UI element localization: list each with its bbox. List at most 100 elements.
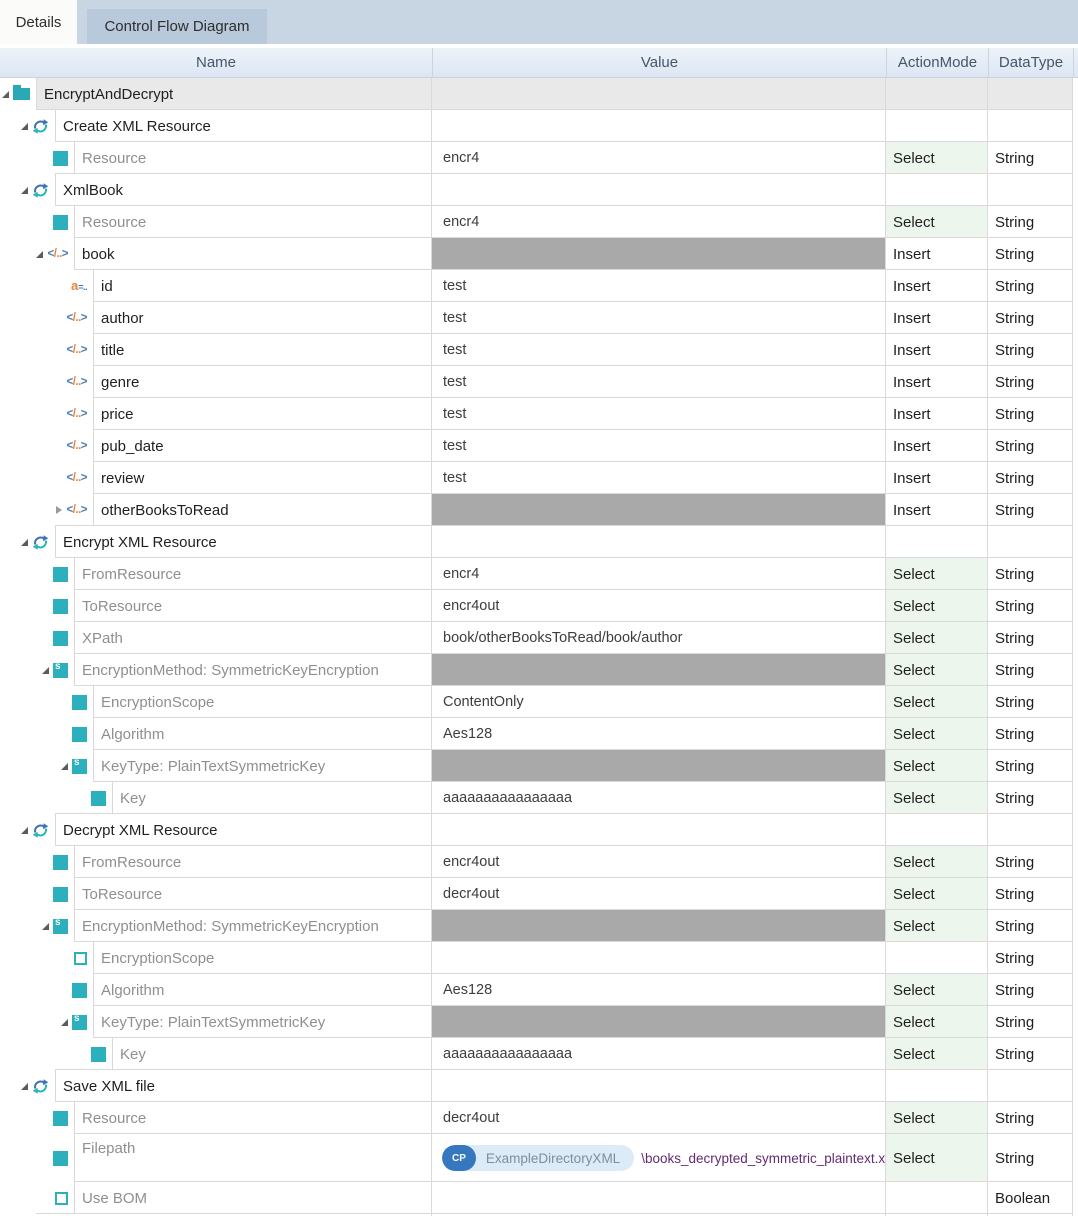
value-cell[interactable]: test xyxy=(432,430,886,462)
table-row[interactable]: EncryptionScope String xyxy=(0,942,1078,974)
value-cell[interactable]: test xyxy=(432,270,886,302)
table-row[interactable]: EncryptAndDecrypt xyxy=(0,78,1078,110)
actionmode-cell[interactable]: Insert xyxy=(886,398,988,430)
table-row[interactable]: </..> review test Insert String xyxy=(0,462,1078,494)
table-row[interactable]: KeyType: PlainTextSymmetricKey Select Stri… xyxy=(0,1006,1078,1038)
value-cell[interactable] xyxy=(432,814,886,846)
value-cell[interactable]: decr4out xyxy=(432,878,886,910)
expander-open-icon[interactable] xyxy=(61,762,68,770)
checkbox-icon[interactable] xyxy=(55,1191,68,1205)
value-cell[interactable]: encr4 xyxy=(432,206,886,238)
actionmode-cell[interactable]: Select xyxy=(886,718,988,750)
table-row[interactable]: </..> otherBooksToRead Insert String xyxy=(0,494,1078,526)
value-cell[interactable]: test xyxy=(432,334,886,366)
table-row[interactable]: FromResource encr4 Select String xyxy=(0,558,1078,590)
column-header-name[interactable]: Name xyxy=(0,48,432,77)
expander-open-icon[interactable] xyxy=(2,90,9,98)
table-row[interactable]: Key aaaaaaaaaaaaaaaa Select String xyxy=(0,782,1078,814)
value-cell[interactable]: test xyxy=(432,462,886,494)
table-row[interactable]: Save XML file xyxy=(0,1070,1078,1102)
actionmode-cell[interactable]: Select xyxy=(886,1038,988,1070)
value-cell[interactable]: Aes128 xyxy=(432,974,886,1006)
actionmode-cell[interactable]: Insert xyxy=(886,462,988,494)
actionmode-cell[interactable]: Insert xyxy=(886,334,988,366)
expander-closed-icon[interactable] xyxy=(56,506,63,514)
table-row[interactable]: </..> price test Insert String xyxy=(0,398,1078,430)
column-header-value[interactable]: Value xyxy=(432,48,886,77)
column-header-actionmode[interactable]: ActionMode xyxy=(886,48,988,77)
table-row[interactable]: </..> author test Insert String xyxy=(0,302,1078,334)
tab-control-flow-diagram[interactable]: Control Flow Diagram xyxy=(87,8,267,44)
actionmode-cell[interactable]: Select xyxy=(886,590,988,622)
tab-details[interactable]: Details xyxy=(0,0,77,44)
value-cell[interactable] xyxy=(432,526,886,558)
actionmode-cell[interactable]: Insert xyxy=(886,270,988,302)
value-cell[interactable]: encr4 xyxy=(432,558,886,590)
value-cell[interactable]: test xyxy=(432,398,886,430)
value-cell[interactable]: aaaaaaaaaaaaaaaa xyxy=(432,782,886,814)
actionmode-cell[interactable]: Select xyxy=(886,558,988,590)
value-cell[interactable] xyxy=(432,750,886,782)
value-cell[interactable] xyxy=(432,654,886,686)
actionmode-cell[interactable]: Select xyxy=(886,686,988,718)
table-row[interactable]: Filepath CP ExampleDirectoryXML \books_decr… xyxy=(0,1134,1078,1182)
table-row[interactable]: KeyType: PlainTextSymmetricKey Select Stri… xyxy=(0,750,1078,782)
table-row[interactable]: Resource encr4 Select String xyxy=(0,142,1078,174)
value-cell[interactable] xyxy=(432,174,886,206)
value-cell[interactable] xyxy=(432,78,886,110)
expander-open-icon[interactable] xyxy=(21,1082,28,1090)
actionmode-cell[interactable]: Insert xyxy=(886,302,988,334)
expander-open-icon[interactable] xyxy=(21,186,28,194)
table-row[interactable]: EncryptionScope ContentOnly Select String xyxy=(0,686,1078,718)
value-cell[interactable] xyxy=(432,1182,886,1214)
value-cell[interactable]: decr4out xyxy=(432,1102,886,1134)
table-row[interactable]: Key aaaaaaaaaaaaaaaa Select String xyxy=(0,1038,1078,1070)
column-header-datatype[interactable]: DataType xyxy=(988,48,1073,77)
table-row[interactable]: Algorithm Aes128 Select String xyxy=(0,974,1078,1006)
value-cell[interactable] xyxy=(432,110,886,142)
table-row[interactable]: XPath book/otherBooksToRead/book/author Se… xyxy=(0,622,1078,654)
value-cell[interactable]: ContentOnly xyxy=(432,686,886,718)
value-cell[interactable]: test xyxy=(432,366,886,398)
value-cell[interactable] xyxy=(432,238,886,270)
table-row[interactable]: Decrypt XML Resource xyxy=(0,814,1078,846)
value-cell[interactable]: encr4out xyxy=(432,590,886,622)
table-row[interactable]: a=.. id test Insert String xyxy=(0,270,1078,302)
table-row[interactable]: Algorithm Aes128 Select String xyxy=(0,718,1078,750)
table-row[interactable]: Create XML Resource xyxy=(0,110,1078,142)
checkbox-icon[interactable] xyxy=(74,951,87,965)
actionmode-cell[interactable]: Select xyxy=(886,142,988,174)
table-row[interactable]: Resource encr4 Select String xyxy=(0,206,1078,238)
value-cell[interactable] xyxy=(432,942,886,974)
actionmode-cell[interactable]: Insert xyxy=(886,366,988,398)
table-row[interactable]: ToResource decr4out Select String xyxy=(0,878,1078,910)
expander-open-icon[interactable] xyxy=(42,922,49,930)
actionmode-cell[interactable]: Insert xyxy=(886,430,988,462)
table-row[interactable]: Encrypt XML Resource xyxy=(0,526,1078,558)
table-row[interactable]: Use BOM Boolean xyxy=(0,1182,1078,1214)
table-row[interactable]: XmlBook xyxy=(0,174,1078,206)
actionmode-cell[interactable]: Select xyxy=(886,1134,988,1182)
actionmode-cell[interactable]: Select xyxy=(886,206,988,238)
table-row[interactable]: ToResource encr4out Select String xyxy=(0,590,1078,622)
table-row[interactable]: EncryptionMethod: SymmetricKeyEncryption… xyxy=(0,654,1078,686)
value-cell[interactable] xyxy=(432,910,886,942)
expander-open-icon[interactable] xyxy=(21,538,28,546)
table-row[interactable]: </..> title test Insert String xyxy=(0,334,1078,366)
table-row[interactable]: </..> book Insert String xyxy=(0,238,1078,270)
value-cell[interactable]: aaaaaaaaaaaaaaaa xyxy=(432,1038,886,1070)
table-row[interactable]: EncryptionMethod: SymmetricKeyEncryption… xyxy=(0,910,1078,942)
expander-open-icon[interactable] xyxy=(42,666,49,674)
actionmode-cell[interactable]: Select xyxy=(886,878,988,910)
value-cell[interactable]: Aes128 xyxy=(432,718,886,750)
actionmode-cell[interactable]: Select xyxy=(886,1102,988,1134)
value-cell[interactable] xyxy=(432,1070,886,1102)
actionmode-cell[interactable]: Insert xyxy=(886,238,988,270)
actionmode-cell[interactable]: Select xyxy=(886,846,988,878)
actionmode-cell[interactable]: Select xyxy=(886,782,988,814)
value-cell[interactable]: test xyxy=(432,302,886,334)
expander-open-icon[interactable] xyxy=(21,826,28,834)
value-cell[interactable] xyxy=(432,494,886,526)
expander-open-icon[interactable] xyxy=(21,122,28,130)
actionmode-cell[interactable]: Insert xyxy=(886,494,988,526)
